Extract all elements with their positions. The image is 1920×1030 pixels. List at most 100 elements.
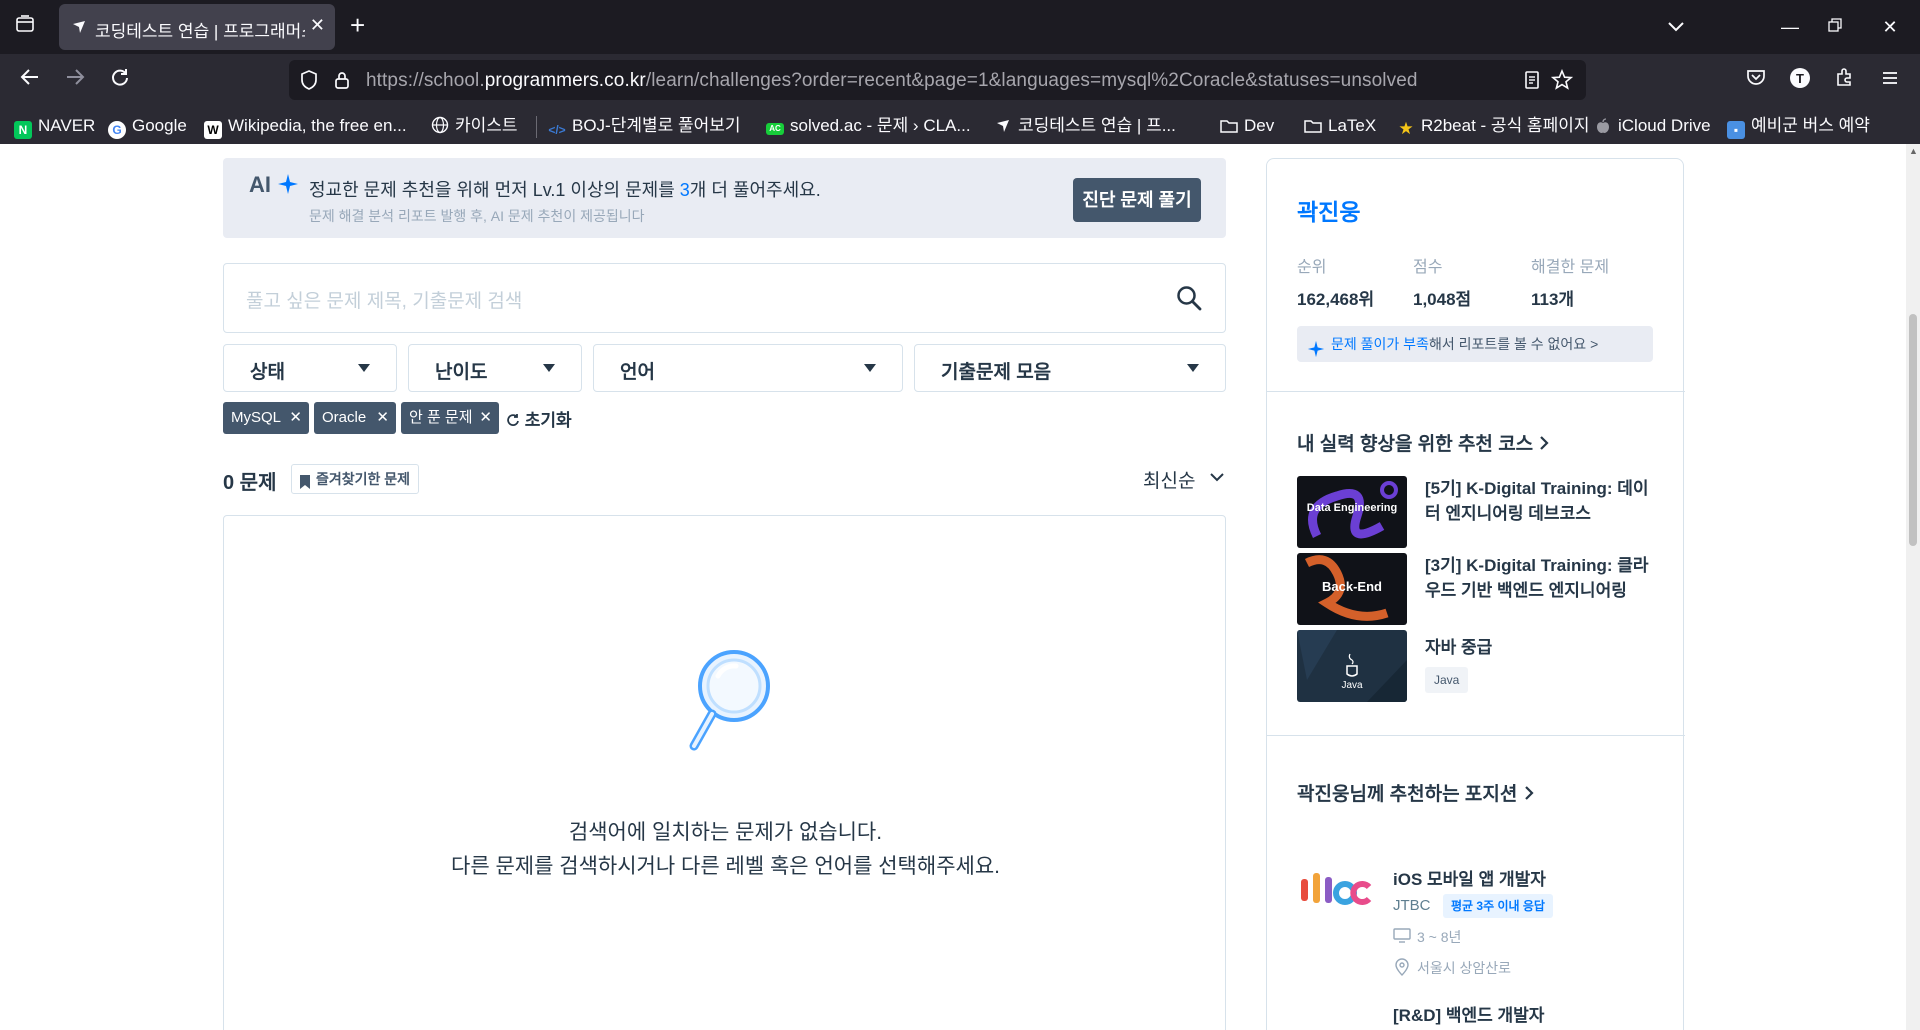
problem-count: 0 문제	[223, 472, 277, 494]
bookmark-bus[interactable]: ▪ 예비군 버스 예약	[1727, 114, 1870, 139]
language-filter-dropdown[interactable]: 언어	[593, 344, 903, 392]
ai-banner-subtext: 문제 해결 분석 리포트 발행 후, AI 문제 추천이 제공됩니다	[309, 208, 645, 224]
bookmark-kaist[interactable]: 카이스트	[431, 114, 518, 138]
bookmark-boj[interactable]: </> BOJ-단계별로 풀어보기	[548, 114, 740, 138]
tab-bar: 코딩테스트 연습 | 프로그래머스 스쿨 ✕ + — ✕	[0, 0, 1920, 54]
bookmark-star-icon[interactable]	[1550, 68, 1574, 91]
course-title[interactable]: [5기] K-Digital Training: 데이터 엔지니어링 데브코스	[1425, 476, 1655, 526]
job-title[interactable]: [R&D] 백엔드 개발자	[1393, 1001, 1544, 1026]
filter-chip-mysql[interactable]: MySQL ✕	[223, 402, 309, 434]
rank-value: 162,468위	[1297, 290, 1375, 309]
apple-icon	[1594, 118, 1612, 136]
page-content: AI 정교한 문제 추천을 위해 먼저 Lv.1 이상의 문제를 3개 더 풀어…	[0, 144, 1920, 1030]
course-thumbnail-java[interactable]: Java	[1297, 630, 1407, 702]
problem-search-box[interactable]: 풀고 싶은 문제 제목, 기출문제 검색	[223, 263, 1226, 333]
tracking-shield-icon[interactable]	[299, 69, 319, 96]
chevron-down-icon[interactable]	[1208, 468, 1226, 491]
bookmark-google[interactable]: G Google	[108, 114, 187, 139]
chip-remove-icon[interactable]: ✕	[479, 402, 492, 434]
chip-label: Oracle	[322, 409, 367, 426]
favorites-filter-button[interactable]: 즐겨찾기한 문제	[291, 464, 420, 494]
active-tab[interactable]: 코딩테스트 연습 | 프로그래머스 스쿨 ✕	[59, 4, 335, 50]
restore-icon[interactable]	[1820, 14, 1850, 40]
account-avatar-icon[interactable]: T	[1785, 66, 1815, 96]
lock-icon[interactable]	[333, 69, 351, 96]
programmers-favicon-icon	[71, 19, 87, 35]
scroll-up-arrow-icon[interactable]: ▲	[1909, 146, 1918, 156]
job-title[interactable]: iOS 모바일 앱 개발자	[1393, 865, 1546, 890]
report-unavailable-link[interactable]: 문제 풀이가 부족해서 리포트를 볼 수 없어요 >	[1297, 326, 1653, 362]
page-scrollbar[interactable]: ▲	[1906, 144, 1920, 1030]
chip-remove-icon[interactable]: ✕	[289, 402, 302, 434]
boj-icon: </>	[548, 123, 566, 137]
back-icon[interactable]	[15, 66, 45, 96]
chevron-right-icon	[1524, 786, 1534, 800]
thumbnail-caption: Back-End	[1322, 579, 1382, 594]
reload-icon[interactable]	[105, 66, 135, 96]
minimize-icon[interactable]: —	[1775, 14, 1805, 40]
search-icon[interactable]	[1175, 284, 1203, 317]
menu-icon[interactable]	[1875, 66, 1905, 96]
job-experience: 3 ~ 8년	[1393, 927, 1461, 947]
past-exams-filter-dropdown[interactable]: 기출문제 모음	[914, 344, 1226, 392]
bookmark-solvedac[interactable]: AC solved.ac - 문제 › CLA...	[766, 114, 971, 138]
pocket-icon[interactable]	[1741, 66, 1771, 96]
tab-close-icon[interactable]: ✕	[310, 15, 325, 36]
course-thumbnail-backend[interactable]: Back-End	[1297, 553, 1407, 625]
folder-icon	[1220, 118, 1238, 136]
svg-text:T: T	[1796, 71, 1804, 86]
user-name[interactable]: 곽진웅	[1297, 193, 1360, 227]
chip-remove-icon[interactable]: ✕	[376, 402, 389, 434]
reset-icon	[507, 414, 519, 426]
solved-label: 해결한 문제	[1531, 259, 1610, 276]
filter-chip-oracle[interactable]: Oracle ✕	[314, 402, 396, 434]
status-filter-dropdown[interactable]: 상태	[223, 344, 397, 392]
difficulty-filter-dropdown[interactable]: 난이도	[408, 344, 582, 392]
bookmark-naver[interactable]: N NAVER	[14, 114, 95, 139]
thumbnail-caption: Java	[1341, 680, 1363, 691]
google-icon: G	[108, 121, 126, 139]
job-company: JTBC	[1393, 897, 1431, 914]
bookmark-separator	[536, 116, 537, 138]
course-title[interactable]: [3기] K-Digital Training: 클라우드 기반 백엔드 엔지니…	[1425, 553, 1655, 603]
monitor-icon	[1393, 928, 1411, 943]
bookmark-programmers[interactable]: 코딩테스트 연습 | 프...	[994, 114, 1176, 138]
empty-message-line1: 검색어에 일치하는 문제가 없습니다.	[568, 821, 883, 844]
magnifier-illustration-icon	[684, 646, 774, 761]
search-input[interactable]: 풀고 싶은 문제 제목, 기출문제 검색	[246, 286, 522, 313]
problem-list-empty-state: 검색어에 일치하는 문제가 없습니다. 다른 문제를 검색하시거나 다른 레벨 …	[223, 515, 1226, 1030]
course-title[interactable]: 자바 중급	[1425, 635, 1655, 660]
tab-list-icon[interactable]	[12, 14, 38, 40]
solvedac-icon: AC	[766, 123, 784, 135]
naver-icon: N	[14, 121, 32, 139]
url-text[interactable]: https://school.programmers.co.kr/learn/c…	[366, 70, 1418, 92]
response-time-badge: 평균 3주 이내 응답	[1443, 894, 1553, 918]
diagnostic-problem-button[interactable]: 진단 문제 풀기	[1073, 178, 1201, 222]
caret-down-icon	[543, 364, 555, 372]
forward-icon[interactable]	[60, 66, 90, 96]
reset-filters-button[interactable]: 초기화	[506, 406, 572, 431]
new-tab-icon[interactable]: +	[350, 12, 365, 38]
bookmark-wikipedia[interactable]: W Wikipedia, the free en...	[204, 114, 407, 139]
bookmark-folder-dev[interactable]: Dev	[1220, 114, 1274, 138]
bookmark-icloud[interactable]: iCloud Drive	[1594, 114, 1711, 138]
recommended-positions-title[interactable]: 곽진웅님께 추천하는 포지션	[1297, 779, 1535, 806]
sort-dropdown[interactable]: 최신순	[1143, 466, 1195, 493]
course-thumbnail-data-engineering[interactable]: Data Engineering	[1297, 476, 1407, 548]
filter-chip-unsolved[interactable]: 안 푼 문제 ✕	[401, 402, 499, 434]
status-filter-label: 상태	[250, 362, 285, 383]
score-value: 1,048점	[1413, 290, 1472, 309]
extensions-icon[interactable]	[1830, 66, 1860, 96]
tab-overflow-chevron-icon[interactable]	[1664, 14, 1688, 38]
address-bar[interactable]: https://school.programmers.co.kr/learn/c…	[289, 60, 1586, 100]
recommended-courses-title[interactable]: 내 실력 향상을 위한 추천 코스	[1297, 429, 1550, 456]
ai-recommendation-banner: AI 정교한 문제 추천을 위해 먼저 Lv.1 이상의 문제를 3개 더 풀어…	[223, 158, 1226, 238]
ai-sparkle-icon	[1307, 335, 1325, 371]
bookmarks-bar: N NAVER G Google W Wikipedia, the free en..…	[0, 108, 1920, 144]
window-close-icon[interactable]: ✕	[1875, 14, 1905, 40]
scrollbar-thumb[interactable]	[1909, 314, 1917, 546]
reader-mode-icon[interactable]	[1521, 69, 1543, 91]
thumbnail-caption: Data Engineering	[1306, 502, 1398, 514]
bookmark-folder-latex[interactable]: LaTeX	[1304, 114, 1376, 138]
bookmark-r2beat[interactable]: ★ R2beat - 공식 홈페이지	[1397, 114, 1589, 138]
